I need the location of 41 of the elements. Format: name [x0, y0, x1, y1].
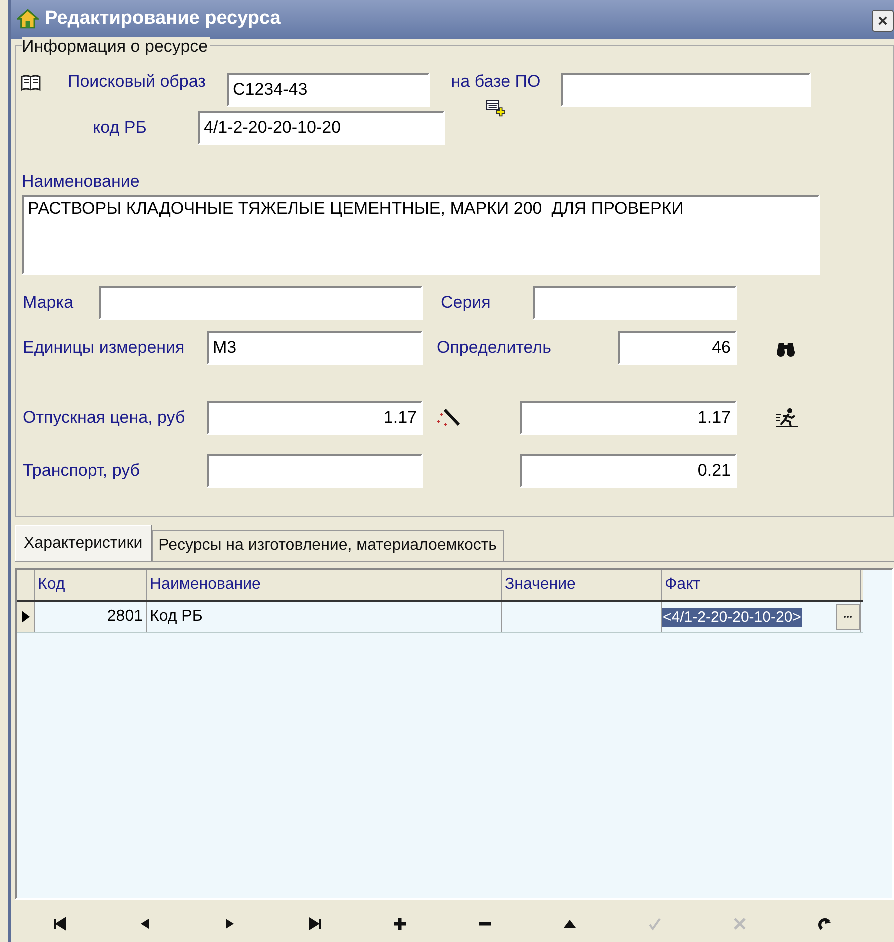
- table-cell: <4/1-2-20-20-10-20>: [662, 608, 802, 627]
- input-field[interactable]: C1234-43: [227, 72, 430, 107]
- column-header[interactable]: Факт: [662, 570, 861, 600]
- column-header[interactable]: Значение: [502, 570, 662, 600]
- table-cell: 2801: [35, 602, 147, 632]
- tab[interactable]: Характеристики: [15, 525, 152, 562]
- field-label: Единицы измерения: [23, 338, 186, 358]
- close-button[interactable]: [872, 10, 894, 32]
- house-icon: [17, 8, 39, 30]
- tab[interactable]: Ресурсы на изготовление, материалоемкость: [152, 530, 504, 562]
- book-icon[interactable]: [21, 74, 41, 92]
- field-label: Транспорт, руб: [23, 460, 142, 481]
- input-field[interactable]: 4/1-2-20-20-10-20: [198, 110, 445, 145]
- close-icon: [877, 15, 889, 27]
- running-person-icon[interactable]: [775, 406, 799, 429]
- field-label: Отпускная цена, руб: [23, 408, 186, 428]
- input-field[interactable]: 0.21: [520, 454, 737, 488]
- input-field[interactable]: [533, 286, 737, 320]
- dots-icon: [843, 615, 853, 620]
- input-field[interactable]: 1.17: [520, 400, 737, 435]
- ellipsis-button[interactable]: [836, 604, 860, 630]
- input-field[interactable]: 46: [618, 330, 737, 365]
- field-label: код РБ: [93, 118, 148, 138]
- field-label: Серия: [441, 292, 492, 313]
- field-label: Поисковый образ: [68, 72, 207, 92]
- input-field[interactable]: [561, 72, 811, 107]
- input-field[interactable]: [207, 454, 423, 488]
- window-title: Редактирование ресурса: [45, 8, 281, 30]
- column-header[interactable]: Наименование: [147, 570, 502, 600]
- group-title: Информация о ресурсе: [22, 36, 210, 57]
- input-field[interactable]: М3: [207, 330, 423, 365]
- input-field[interactable]: [99, 286, 423, 320]
- field-label: на базе ПО: [451, 72, 541, 92]
- input-field[interactable]: 1.17: [207, 400, 423, 435]
- table-cell: Код РБ: [147, 602, 502, 632]
- field-label: Наименование: [22, 172, 140, 192]
- text-area[interactable]: РАСТВОРЫ КЛАДОЧНЫЕ ТЯЖЕЛЫЕ ЦЕМЕНТНЫЕ, МАРКИ 200 ДЛЯ ПРОВЕРКИ: [22, 194, 820, 275]
- field-label: Определитель: [437, 338, 552, 358]
- field-label: Марка: [23, 292, 75, 313]
- table-add-icon[interactable]: [486, 100, 506, 118]
- column-header[interactable]: Код: [35, 570, 147, 600]
